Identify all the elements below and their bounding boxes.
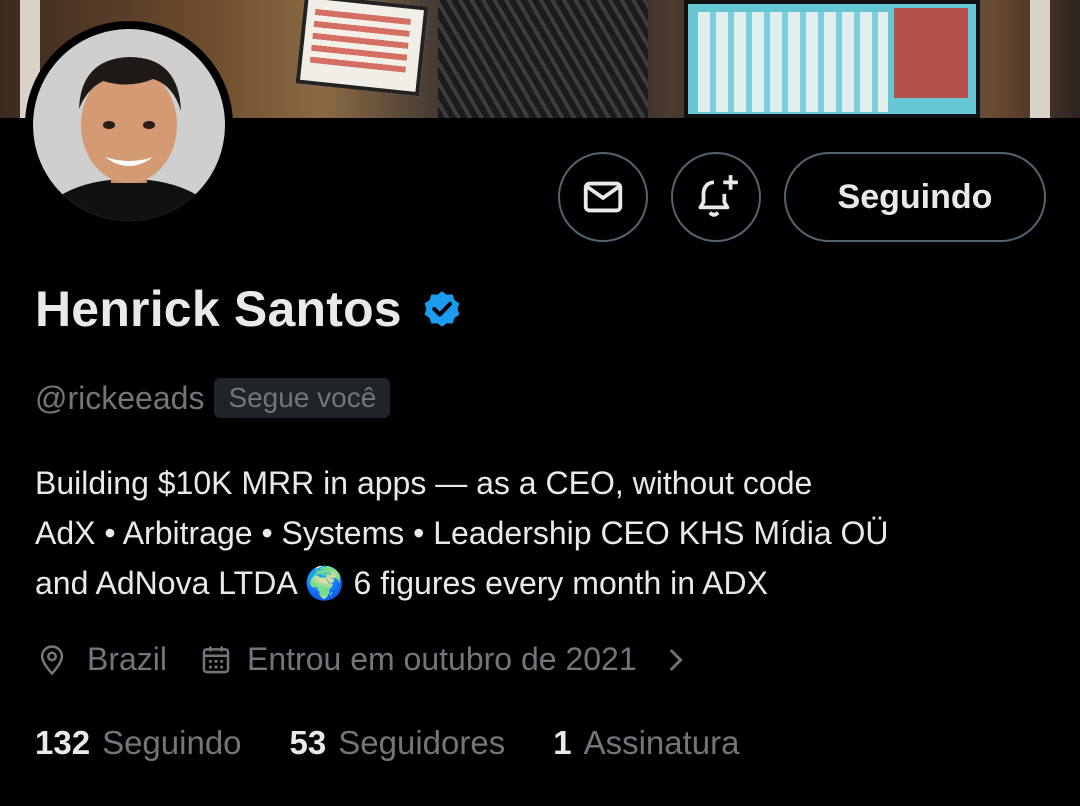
following-label: Seguindo [102, 724, 242, 761]
followers-label: Seguidores [338, 724, 506, 761]
subscriptions-count: 1 [553, 724, 572, 761]
profile-stats: 132 Seguindo 53 Seguidores 1 Assinatura [35, 724, 787, 762]
verified-badge-icon[interactable] [420, 287, 464, 331]
profile-name-row: Henrick Santos [35, 280, 464, 338]
bell-plus-icon [698, 175, 738, 217]
follows-you-badge: Segue você [214, 378, 391, 418]
following-stat[interactable]: 132 Seguindo [35, 724, 242, 762]
bio-line: and AdNova LTDA 🌍 6 figures every month … [35, 565, 768, 601]
profile-meta: Brazil Entrou em outubro de 2021 [35, 641, 689, 678]
location-item: Brazil [35, 641, 167, 678]
location-text: Brazil [87, 641, 168, 677]
subscriptions-stat[interactable]: 1 Assinatura [553, 724, 739, 762]
followers-count: 53 [289, 724, 327, 761]
calendar-icon [202, 646, 230, 673]
profile-bio: Building $10K MRR in apps — as a CEO, wi… [35, 458, 1065, 608]
handle-row: @rickeeads Segue você [35, 378, 391, 418]
following-count: 132 [35, 724, 91, 761]
subscriptions-label: Assinatura [583, 724, 740, 761]
banner-photo-detail [684, 0, 980, 118]
following-button[interactable]: Seguindo [784, 152, 1046, 242]
banner-photo-detail [438, 0, 648, 118]
banner-photo-detail [295, 0, 429, 97]
joined-text: Entrou em outubro de 2021 [247, 641, 637, 677]
location-pin-icon [40, 644, 64, 675]
avatar[interactable] [25, 21, 233, 229]
chevron-right-icon[interactable] [661, 643, 689, 677]
message-button[interactable] [558, 152, 648, 242]
bio-line: Building $10K MRR in apps — as a CEO, wi… [35, 465, 813, 501]
profile-handle: @rickeeads [35, 379, 205, 416]
avatar-photo [33, 29, 225, 221]
joined-item: Entrou em outubro de 2021 [199, 641, 637, 678]
profile-name: Henrick Santos [35, 281, 402, 337]
notifications-button[interactable] [671, 152, 761, 242]
banner-photo-detail [1030, 0, 1050, 118]
bio-line: AdX • Arbitrage • Systems • Leadership C… [35, 515, 889, 551]
followers-stat[interactable]: 53 Seguidores [290, 724, 506, 762]
envelope-icon [583, 181, 623, 213]
